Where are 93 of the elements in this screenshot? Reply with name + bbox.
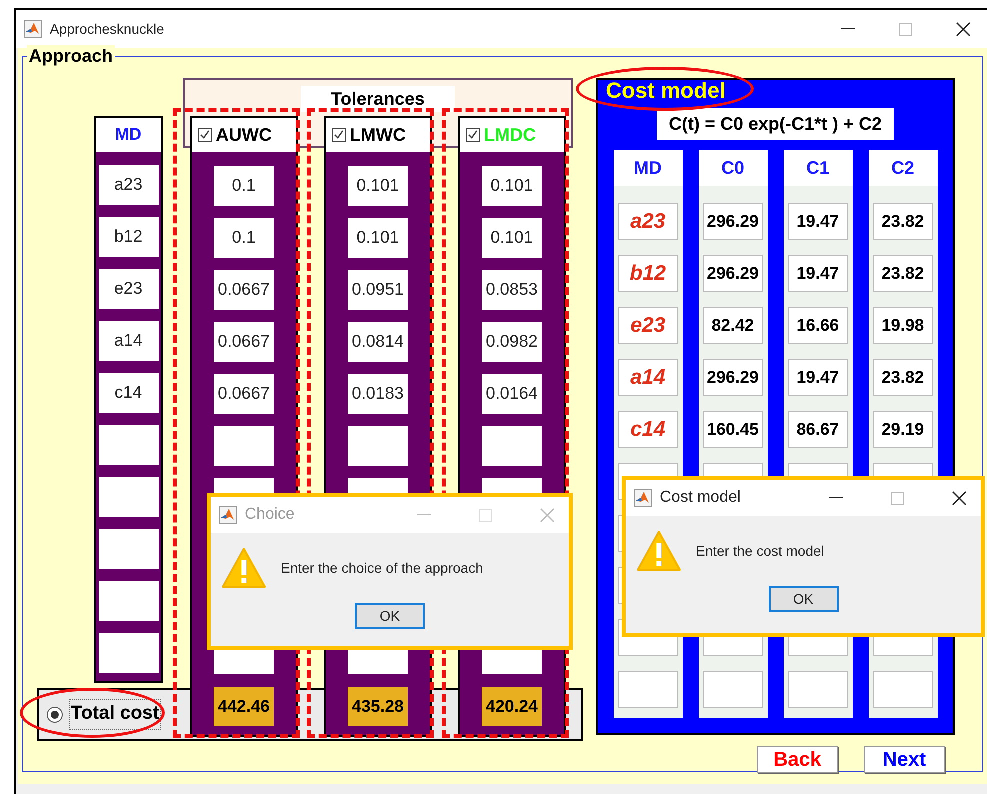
value-field[interactable]: 0.101	[482, 218, 542, 258]
value-field[interactable]: 0.0164	[482, 374, 542, 414]
column-header: MD	[614, 150, 682, 186]
value-field[interactable]: 23.82	[873, 203, 933, 240]
value-field[interactable]: 29.19	[873, 411, 933, 448]
value-field[interactable]	[98, 477, 158, 517]
dialog-message: Enter the choice of the approach	[281, 558, 484, 578]
value-field[interactable]	[98, 529, 158, 569]
value-field[interactable]: a23	[98, 165, 158, 205]
value-field[interactable]: a14	[618, 359, 678, 396]
value-field[interactable]: 19.47	[788, 203, 848, 240]
minimize-icon[interactable]	[829, 497, 843, 499]
value-field[interactable]: a23	[618, 203, 678, 240]
value-field[interactable]: 0.0667	[214, 322, 274, 362]
value-field[interactable]: 19.98	[873, 307, 933, 344]
value-field[interactable]	[214, 426, 274, 466]
maximize-icon[interactable]	[899, 22, 912, 36]
nav-button[interactable]: Next	[864, 746, 945, 773]
value-field[interactable]: 0.1	[214, 166, 274, 206]
total-cost-field: 420.24	[482, 687, 542, 726]
warning-icon	[636, 530, 682, 572]
panel-title: Tolerances	[301, 86, 455, 112]
value-field[interactable]: 160.45	[703, 411, 763, 448]
checkbox[interactable]	[198, 128, 212, 142]
value-field[interactable]: c14	[618, 411, 678, 448]
ok-button[interactable]: OK	[355, 603, 425, 629]
value-field[interactable]: 0.0982	[482, 322, 542, 362]
value-field[interactable]: 86.67	[788, 411, 848, 448]
value-field[interactable]: 0.0667	[214, 270, 274, 310]
ok-button[interactable]: OK	[768, 586, 838, 612]
matlab-logo-icon	[24, 20, 42, 38]
value-field[interactable]	[482, 426, 542, 466]
value-field[interactable]: 0.0667	[214, 374, 274, 414]
column-header: LMWC	[350, 124, 406, 146]
value-field[interactable]	[618, 671, 678, 708]
column-header: LMDC	[484, 124, 536, 146]
total-cost-radio[interactable]	[47, 706, 63, 722]
column-header: C1	[784, 150, 852, 186]
value-field[interactable]: a14	[98, 321, 158, 361]
value-field[interactable]: 23.82	[873, 359, 933, 396]
panel-title: Cost model	[606, 78, 726, 104]
value-field[interactable]: c14	[98, 373, 158, 413]
value-field[interactable]: 23.82	[873, 255, 933, 292]
close-icon[interactable]	[952, 490, 967, 506]
value-field[interactable]: 0.101	[348, 218, 408, 258]
maximize-icon[interactable]	[479, 508, 492, 522]
panel-title: Approach	[27, 45, 116, 67]
dialog-message: Enter the cost model	[696, 542, 824, 560]
value-field[interactable]: 82.42	[703, 307, 763, 344]
value-field[interactable]	[788, 671, 848, 708]
column-header: AUWC	[216, 124, 272, 146]
total-cost-field: 442.46	[214, 687, 274, 726]
formula-label: C(t) = C0 exp(-C1*t ) + C2	[656, 108, 894, 140]
warning-icon	[221, 547, 267, 589]
close-icon[interactable]	[956, 22, 971, 36]
matlab-logo-icon	[219, 506, 237, 524]
value-field[interactable]: 0.0814	[348, 322, 408, 362]
value-field[interactable]: b12	[618, 255, 678, 292]
radio-label: Total cost	[69, 699, 162, 730]
value-field[interactable]	[98, 581, 158, 621]
value-field[interactable]	[348, 426, 408, 466]
maximize-icon[interactable]	[891, 492, 904, 504]
value-field[interactable]: 296.29	[703, 255, 763, 292]
matlab-logo-icon	[634, 489, 652, 507]
value-field[interactable]: e23	[618, 307, 678, 344]
value-field[interactable]: b12	[98, 217, 158, 257]
dialog-title: Choice	[245, 505, 295, 525]
value-field[interactable]: 296.29	[703, 203, 763, 240]
value-field[interactable]: 0.0183	[348, 374, 408, 414]
value-field[interactable]: 0.101	[348, 166, 408, 206]
dialog-title: Cost model	[660, 488, 741, 508]
value-field[interactable]	[98, 633, 158, 673]
value-field[interactable]: 296.29	[703, 359, 763, 396]
column-header: C0	[698, 150, 768, 186]
value-field[interactable]: 0.1	[214, 218, 274, 258]
checkbox[interactable]	[332, 128, 346, 142]
value-field[interactable]	[98, 425, 158, 465]
value-field[interactable]	[703, 671, 763, 708]
checkbox[interactable]	[466, 128, 480, 142]
window-title: Approchesknuckle	[50, 20, 164, 39]
value-field[interactable]: e23	[98, 269, 158, 309]
value-field[interactable]: 0.0853	[482, 270, 542, 310]
value-field[interactable]	[873, 671, 933, 708]
nav-button[interactable]: Back	[757, 746, 838, 773]
column-header: MD	[96, 118, 161, 152]
value-field[interactable]: 0.0951	[348, 270, 408, 310]
value-field[interactable]: 16.66	[788, 307, 848, 344]
minimize-icon[interactable]	[841, 28, 855, 30]
value-field[interactable]: 19.47	[788, 359, 848, 396]
value-field[interactable]: 19.47	[788, 255, 848, 292]
total-cost-field: 435.28	[348, 687, 408, 726]
column-header: C2	[868, 150, 938, 186]
value-field[interactable]: 0.101	[482, 166, 542, 206]
